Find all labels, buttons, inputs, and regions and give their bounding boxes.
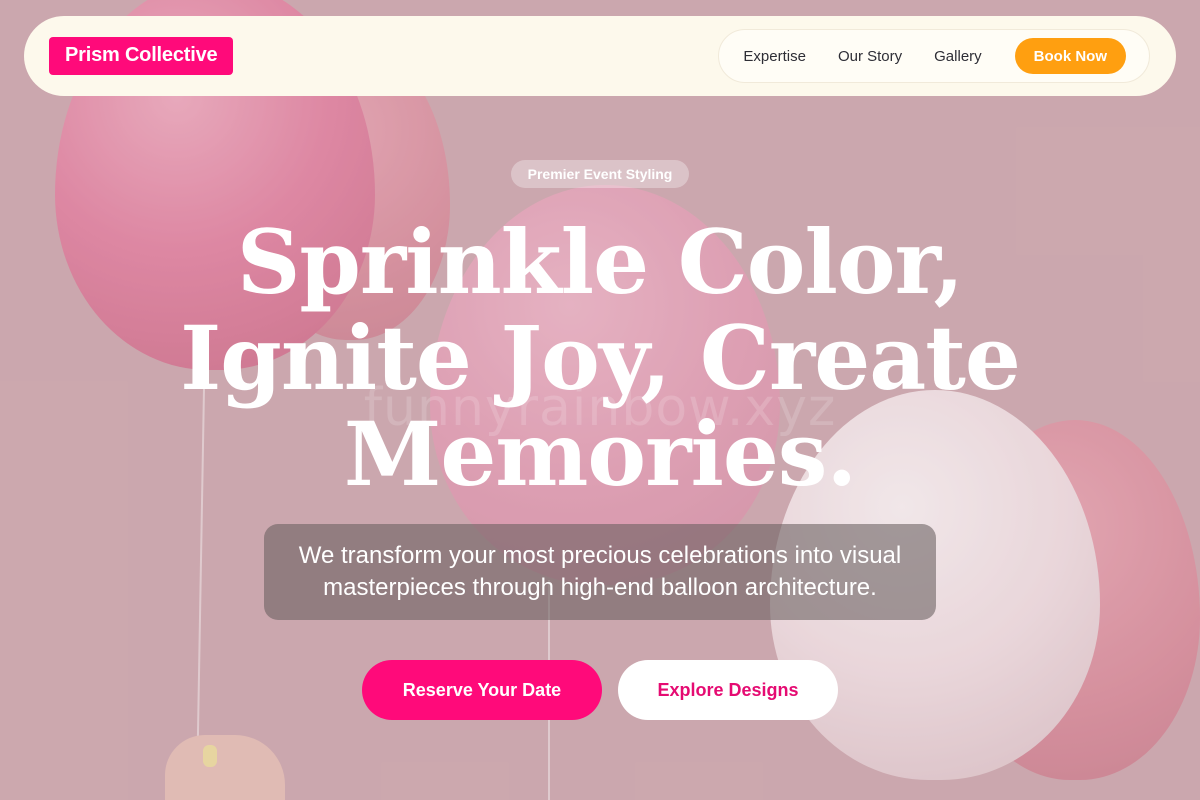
hero-badge: Premier Event Styling bbox=[511, 160, 689, 188]
headline-line-2: Ignite Joy, Create bbox=[180, 306, 1021, 410]
headline-line-3: Memories. bbox=[343, 402, 857, 506]
nav-menu: Expertise Our Story Gallery Book Now bbox=[718, 29, 1150, 83]
headline-line-1: Sprinkle Color, bbox=[236, 210, 964, 314]
brand-logo[interactable]: Prism Collective bbox=[49, 37, 234, 75]
top-navigation: Prism Collective Expertise Our Story Gal… bbox=[24, 16, 1176, 96]
book-now-button[interactable]: Book Now bbox=[1014, 38, 1126, 74]
hero-subtitle: We transform your most precious celebrat… bbox=[264, 524, 936, 620]
nav-link-gallery[interactable]: Gallery bbox=[934, 48, 982, 65]
nav-link-expertise[interactable]: Expertise bbox=[743, 48, 806, 65]
hero-headline: Sprinkle Color, Ignite Joy, Create Memor… bbox=[0, 214, 1200, 502]
explore-designs-button[interactable]: Explore Designs bbox=[618, 660, 838, 720]
reserve-date-button[interactable]: Reserve Your Date bbox=[362, 660, 602, 720]
nav-link-our-story[interactable]: Our Story bbox=[838, 48, 902, 65]
